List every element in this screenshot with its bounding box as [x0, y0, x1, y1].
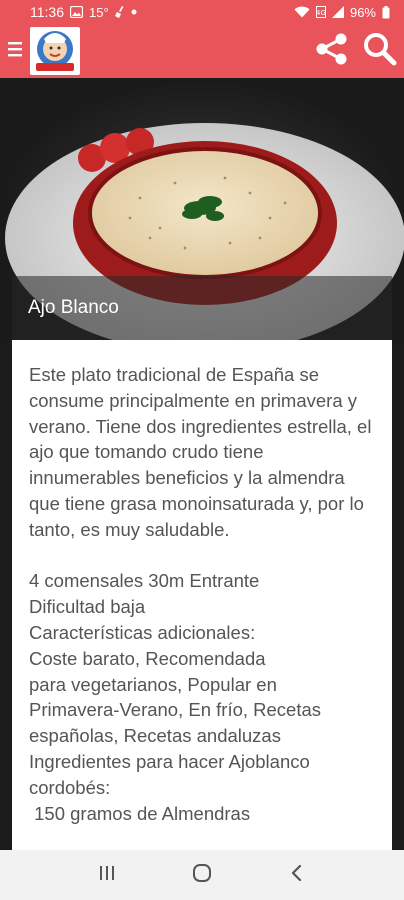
battery-icon: [382, 5, 390, 19]
svg-text:4G: 4G: [316, 9, 326, 17]
recipe-image: Ajo Blanco: [0, 78, 404, 340]
back-icon: [290, 864, 304, 887]
menu-button[interactable]: [0, 24, 30, 78]
home-icon: [192, 863, 212, 888]
status-bar: 11:36 15° 4G 96%: [0, 0, 404, 24]
broom-icon: [114, 6, 125, 18]
recipe-content[interactable]: Ajo Blanco Este plato tradicional de Esp…: [0, 78, 404, 850]
menu-icon: [8, 41, 22, 62]
app-logo[interactable]: [30, 27, 80, 75]
home-button[interactable]: [182, 855, 222, 895]
back-button[interactable]: [277, 855, 317, 895]
app-bar: [0, 24, 404, 78]
status-time: 11:36: [30, 4, 64, 20]
dot-icon: [131, 9, 137, 15]
volte-icon: 4G: [315, 6, 326, 18]
system-nav-bar: [0, 850, 404, 900]
recipe-card: Este plato tradicional de España se cons…: [12, 340, 392, 850]
recipe-details: 4 comensales 30m Entrante Dificultad baj…: [29, 570, 322, 824]
recipe-description: Este plato tradicional de España se cons…: [29, 364, 377, 540]
share-icon: [315, 32, 349, 71]
wifi-icon: [294, 6, 310, 18]
recipe-title: Ajo Blanco: [28, 297, 119, 318]
signal-icon: [331, 6, 344, 18]
share-button[interactable]: [308, 24, 356, 78]
recent-apps-icon: [98, 865, 116, 886]
image-icon: [70, 6, 83, 18]
status-temperature: 15°: [89, 4, 109, 20]
recipe-title-overlay: Ajo Blanco: [12, 276, 392, 340]
status-battery: 96%: [349, 4, 376, 20]
recent-apps-button[interactable]: [87, 855, 127, 895]
search-icon: [363, 32, 397, 71]
search-button[interactable]: [356, 24, 404, 78]
